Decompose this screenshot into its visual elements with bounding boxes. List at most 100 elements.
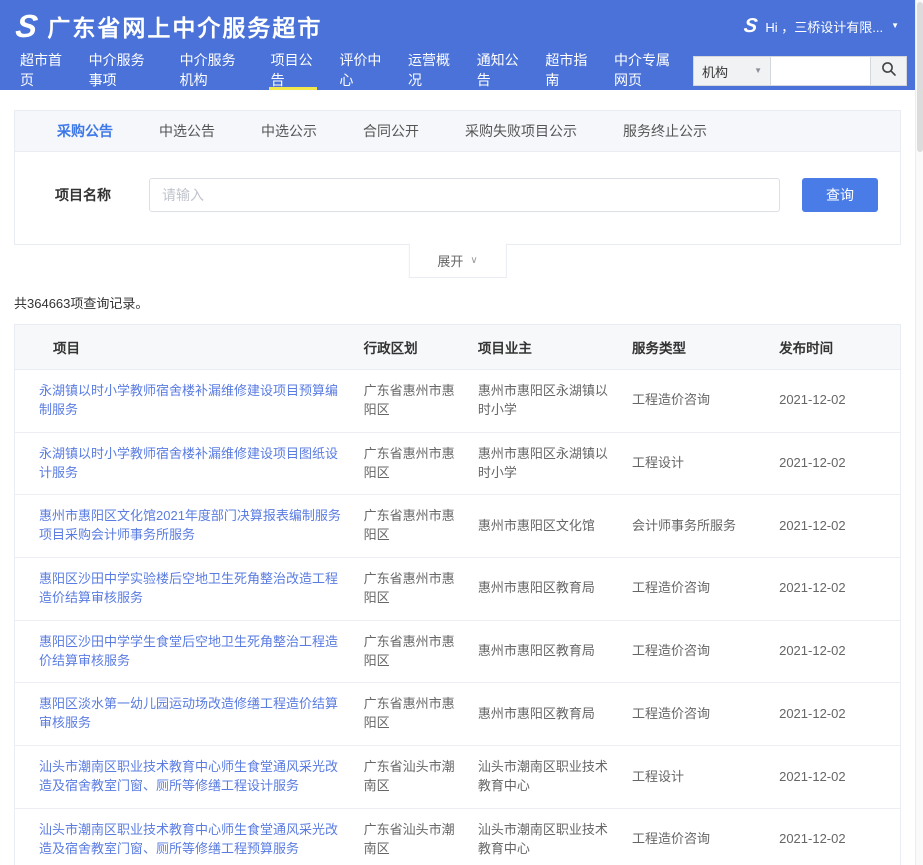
service-type-cell: 工程造价咨询 xyxy=(632,370,779,433)
table-row: 永湖镇以时小学教师宿舍楼补漏维修建设项目图纸设计服务 广东省惠州市惠阳区 惠州市… xyxy=(15,432,901,495)
date-cell: 2021-12-02 xyxy=(779,432,900,495)
project-link[interactable]: 汕头市潮南区职业技术教育中心师生食堂通风采光改造及宿舍教室门窗、厕所等修缮工程预… xyxy=(39,822,338,856)
nav-item-guide[interactable]: 超市指南 xyxy=(543,52,592,90)
chevron-down-icon: ▼ xyxy=(754,67,762,75)
date-cell: 2021-12-02 xyxy=(779,683,900,746)
nav-item-agency-pages[interactable]: 中介专属网页 xyxy=(612,52,683,90)
nav-item-home[interactable]: 超市首页 xyxy=(18,52,67,90)
region-cell: 广东省惠州市惠阳区 xyxy=(364,620,478,683)
query-button[interactable]: 查询 xyxy=(802,178,878,212)
project-name-label: 项目名称 xyxy=(55,185,149,205)
tab-failed-procurement[interactable]: 采购失败项目公示 xyxy=(465,121,577,141)
owner-cell: 惠州市惠阳区永湖镇以时小学 xyxy=(478,370,632,433)
announcement-tabs: 采购公告 中选公告 中选公示 合同公开 采购失败项目公示 服务终止公示 xyxy=(15,111,900,152)
tab-selection-announcement[interactable]: 中选公告 xyxy=(159,121,215,141)
table-row: 惠阳区沙田中学学生食堂后空地卫生死角整治工程造价结算审核服务 广东省惠州市惠阳区… xyxy=(15,620,901,683)
nav-item-notices[interactable]: 通知公告 xyxy=(475,52,524,90)
service-type-cell: 工程造价咨询 xyxy=(632,683,779,746)
date-cell: 2021-12-02 xyxy=(779,558,900,621)
service-type-cell: 工程设计 xyxy=(632,746,779,809)
nav-item-service-matters[interactable]: 中介服务事项 xyxy=(87,52,158,90)
chevron-down-icon: ∨ xyxy=(470,255,477,266)
user-greeting: Hi ，三桥设计有限... xyxy=(765,17,883,36)
owner-cell: 惠州市惠阳区教育局 xyxy=(478,620,632,683)
col-region: 行政区划 xyxy=(364,325,478,370)
project-link[interactable]: 汕头市潮南区职业技术教育中心师生食堂通风采光改造及宿舍教室门窗、厕所等修缮工程设… xyxy=(39,759,338,793)
chevron-down-icon: ▼ xyxy=(891,22,899,30)
service-type-cell: 工程造价咨询 xyxy=(632,558,779,621)
region-cell: 广东省汕头市潮南区 xyxy=(364,746,478,809)
tab-procurement-announcement[interactable]: 采购公告 xyxy=(57,121,113,141)
vertical-scrollbar[interactable] xyxy=(915,0,923,865)
date-cell: 2021-12-02 xyxy=(779,808,900,865)
col-project: 项目 xyxy=(15,325,364,370)
table-row: 惠阳区淡水第一幼儿园运动场改造修缮工程造价结算审核服务 广东省惠州市惠阳区 惠州… xyxy=(15,683,901,746)
project-link[interactable]: 惠阳区淡水第一幼儿园运动场改造修缮工程造价结算审核服务 xyxy=(39,696,338,730)
project-link[interactable]: 永湖镇以时小学教师宿舍楼补漏维修建设项目图纸设计服务 xyxy=(39,446,338,480)
owner-cell: 汕头市潮南区职业技术教育中心 xyxy=(478,746,632,809)
nav-search-input[interactable] xyxy=(771,56,871,86)
region-cell: 广东省惠州市惠阳区 xyxy=(364,495,478,558)
service-type-cell: 工程设计 xyxy=(632,432,779,495)
table-row: 汕头市潮南区职业技术教育中心师生食堂通风采光改造及宿舍教室门窗、厕所等修缮工程预… xyxy=(15,808,901,865)
col-owner: 项目业主 xyxy=(478,325,632,370)
header: S 广东省网上中介服务超市 S Hi ，三桥设计有限... ▼ 超市首页 中介服… xyxy=(0,0,915,90)
tab-service-termination[interactable]: 服务终止公示 xyxy=(623,121,707,141)
service-type-cell: 会计师事务所服务 xyxy=(632,495,779,558)
search-category-select[interactable]: 机构 ▼ xyxy=(693,56,771,86)
project-link[interactable]: 惠阳区沙田中学学生食堂后空地卫生死角整治工程造价结算审核服务 xyxy=(39,634,338,668)
col-publish-date: 发布时间 xyxy=(779,325,900,370)
region-cell: 广东省汕头市潮南区 xyxy=(364,808,478,865)
search-category-value: 机构 xyxy=(702,62,728,81)
main-nav: 超市首页 中介服务事项 中介服务机构 项目公告 评价中心 运营概况 通知公告 超… xyxy=(0,52,915,90)
date-cell: 2021-12-02 xyxy=(779,746,900,809)
owner-cell: 惠州市惠阳区文化馆 xyxy=(478,495,632,558)
user-menu[interactable]: S Hi ，三桥设计有限... ▼ xyxy=(744,16,899,36)
project-link[interactable]: 惠阳区沙田中学实验楼后空地卫生死角整治改造工程造价结算审核服务 xyxy=(39,571,338,605)
results-summary: 共364663项查询记录。 xyxy=(14,293,901,312)
date-cell: 2021-12-02 xyxy=(779,620,900,683)
table-row: 永湖镇以时小学教师宿舍楼补漏维修建设项目预算编制服务 广东省惠州市惠阳区 惠州市… xyxy=(15,370,901,433)
date-cell: 2021-12-02 xyxy=(779,370,900,433)
owner-cell: 惠州市惠阳区教育局 xyxy=(478,558,632,621)
owner-cell: 惠州市惠阳区永湖镇以时小学 xyxy=(478,432,632,495)
date-cell: 2021-12-02 xyxy=(779,495,900,558)
table-row: 汕头市潮南区职业技术教育中心师生食堂通风采光改造及宿舍教室门窗、厕所等修缮工程设… xyxy=(15,746,901,809)
table-header-row: 项目 行政区划 项目业主 服务类型 发布时间 xyxy=(15,325,901,370)
results-table: 项目 行政区划 项目业主 服务类型 发布时间 永湖镇以时小学教师宿舍楼补漏维修建… xyxy=(14,324,901,865)
table-row: 惠阳区沙田中学实验楼后空地卫生死角整治改造工程造价结算审核服务 广东省惠州市惠阳… xyxy=(15,558,901,621)
nav-search: 机构 ▼ xyxy=(693,52,907,90)
project-link[interactable]: 惠州市惠阳区文化馆2021年度部门决算报表编制服务项目采购会计师事务所服务 xyxy=(39,508,341,542)
project-name-input[interactable] xyxy=(149,178,780,212)
tab-contract-disclosure[interactable]: 合同公开 xyxy=(363,121,419,141)
owner-cell: 惠州市惠阳区教育局 xyxy=(478,683,632,746)
nav-search-button[interactable] xyxy=(871,56,907,86)
results-table-wrap: 项目 行政区划 项目业主 服务类型 发布时间 永湖镇以时小学教师宿舍楼补漏维修建… xyxy=(14,324,901,865)
service-type-cell: 工程造价咨询 xyxy=(632,808,779,865)
nav-item-agencies[interactable]: 中介服务机构 xyxy=(178,52,249,90)
expand-toggle[interactable]: 展开 ∨ xyxy=(408,243,506,278)
search-icon xyxy=(881,61,897,82)
col-service-type: 服务类型 xyxy=(632,325,779,370)
region-cell: 广东省惠州市惠阳区 xyxy=(364,558,478,621)
expand-label: 展开 xyxy=(437,251,463,270)
nav-item-project-announcements[interactable]: 项目公告 xyxy=(269,52,318,90)
tab-selection-publicity[interactable]: 中选公示 xyxy=(261,121,317,141)
nav-item-evaluation-center[interactable]: 评价中心 xyxy=(337,52,386,90)
region-cell: 广东省惠州市惠阳区 xyxy=(364,432,478,495)
owner-cell: 汕头市潮南区职业技术教育中心 xyxy=(478,808,632,865)
region-cell: 广东省惠州市惠阳区 xyxy=(364,370,478,433)
service-type-cell: 工程造价咨询 xyxy=(632,620,779,683)
filter-panel: 采购公告 中选公告 中选公示 合同公开 采购失败项目公示 服务终止公示 项目名称… xyxy=(14,110,901,245)
user-logo-icon: S xyxy=(743,16,759,36)
nav-item-operation-overview[interactable]: 运营概况 xyxy=(406,52,455,90)
site-title: 广东省网上中介服务超市 xyxy=(47,9,322,43)
table-row: 惠州市惠阳区文化馆2021年度部门决算报表编制服务项目采购会计师事务所服务 广东… xyxy=(15,495,901,558)
project-link[interactable]: 永湖镇以时小学教师宿舍楼补漏维修建设项目预算编制服务 xyxy=(39,383,338,417)
filter-row: 项目名称 查询 xyxy=(15,152,900,244)
region-cell: 广东省惠州市惠阳区 xyxy=(364,683,478,746)
page-root: S 广东省网上中介服务超市 S Hi ，三桥设计有限... ▼ 超市首页 中介服… xyxy=(0,0,915,865)
topbar: S 广东省网上中介服务超市 S Hi ，三桥设计有限... ▼ xyxy=(0,0,915,52)
scrollbar-thumb[interactable] xyxy=(917,2,923,152)
site-logo-icon: S xyxy=(14,10,40,42)
